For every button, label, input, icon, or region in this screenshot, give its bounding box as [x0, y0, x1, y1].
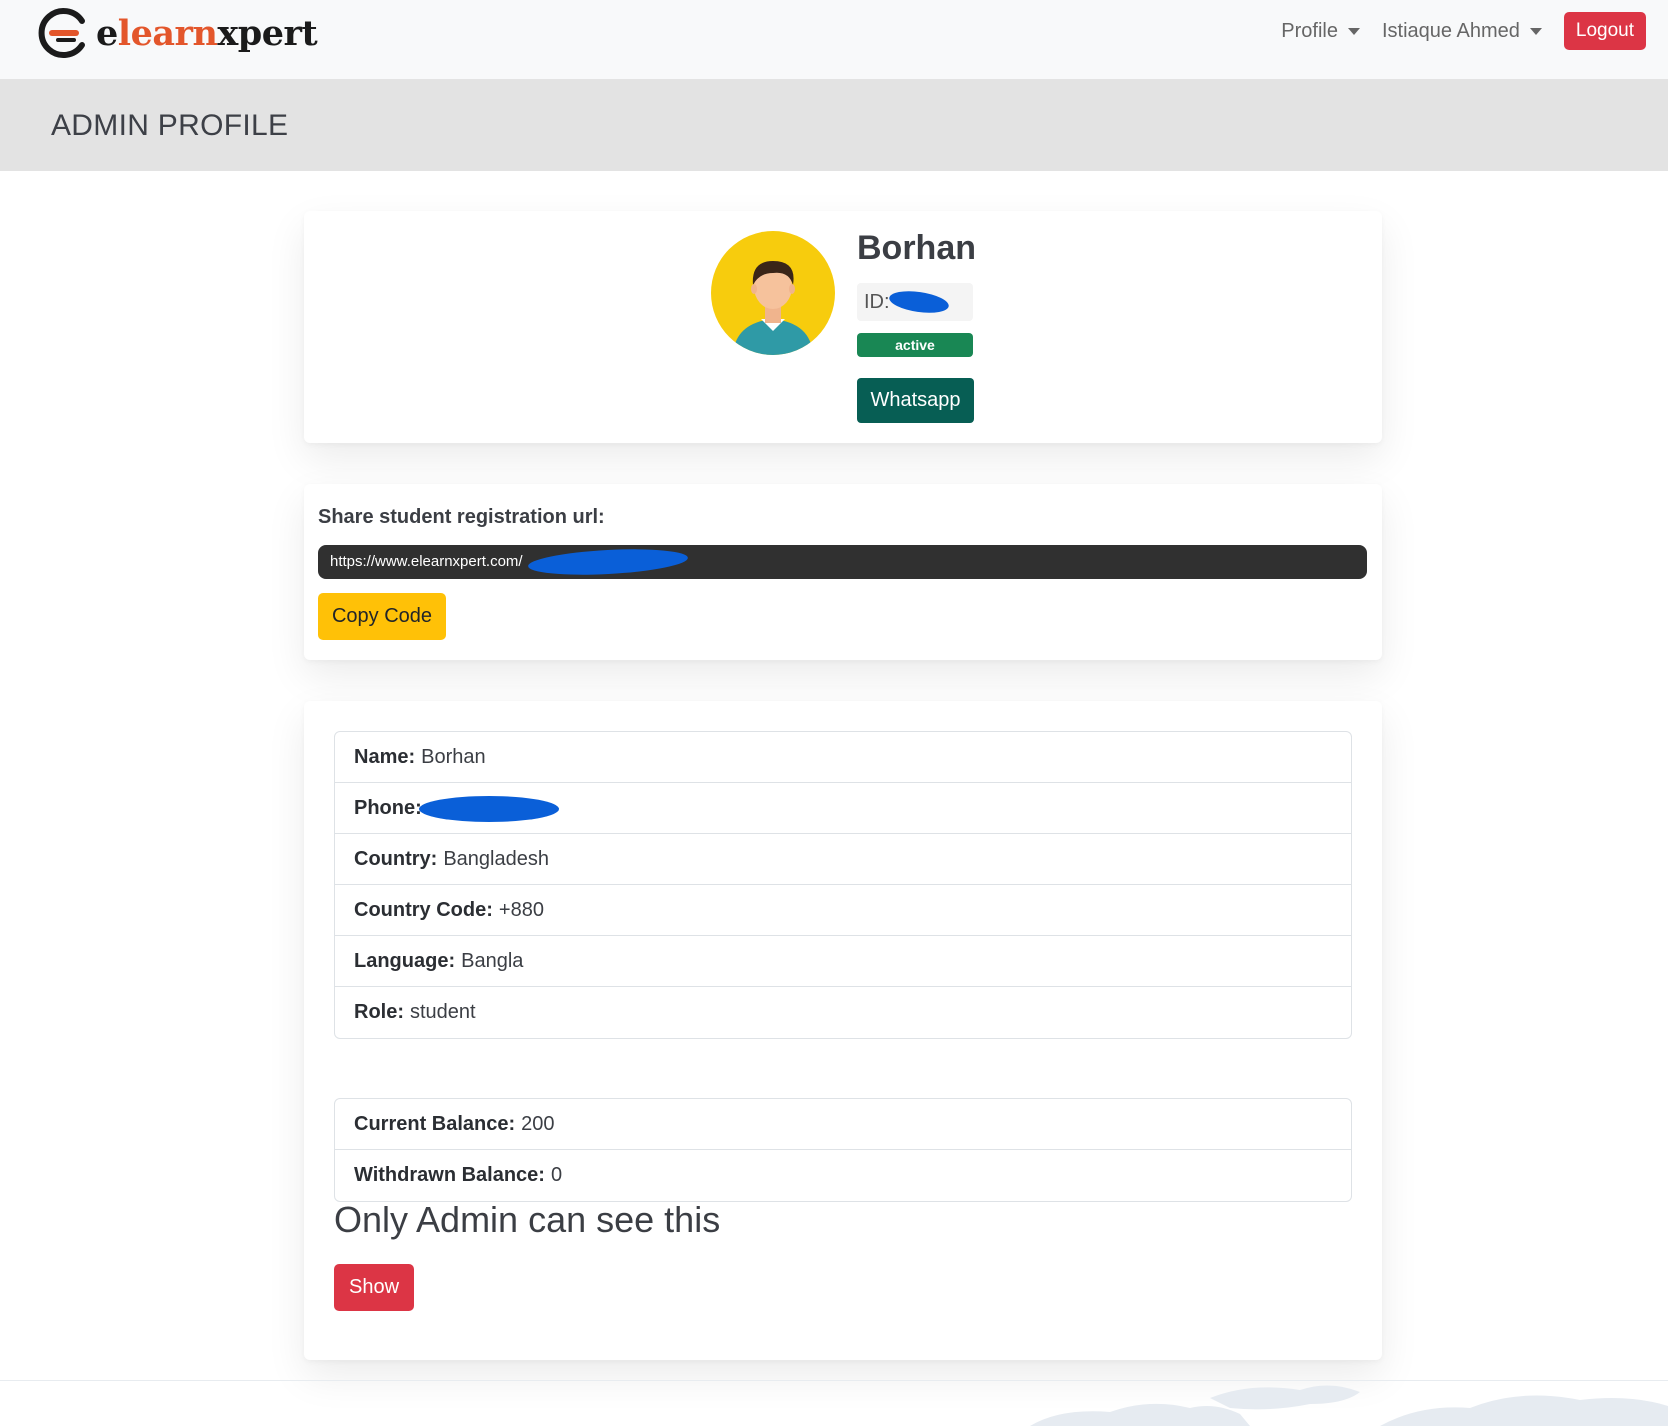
profile-name: Borhan	[857, 229, 976, 267]
status-badge: active	[857, 333, 973, 357]
show-button[interactable]: Show	[334, 1264, 414, 1311]
page-title: ADMIN PROFILE	[51, 109, 289, 142]
field-label: Current Balance:	[354, 1112, 516, 1135]
caret-down-icon	[1529, 27, 1542, 35]
field-value: 0	[550, 1164, 563, 1186]
world-map-decoration	[1030, 1385, 1668, 1426]
brand-logo-link[interactable]: elearnxpert	[36, 6, 318, 60]
balance-list: Current Balance: 200 Withdrawn Balance: …	[334, 1098, 1352, 1202]
avatar	[711, 231, 835, 355]
registration-url-text: https://www.elearnxpert.com/	[330, 553, 523, 570]
field-value: Bangla	[461, 949, 524, 972]
profile-dropdown-label: Profile	[1281, 19, 1338, 42]
registration-url-field[interactable]: https://www.elearnxpert.com/	[318, 545, 1367, 579]
user-info-list: Name: Borhan Phone: Country: Bangladesh …	[334, 731, 1352, 1039]
brand-name: elearnxpert	[96, 12, 318, 54]
caret-down-icon	[1348, 27, 1360, 35]
details-card: Name: Borhan Phone: Country: Bangladesh …	[304, 701, 1382, 1360]
field-label: Withdrawn Balance:	[354, 1164, 545, 1186]
field-value: 200	[521, 1112, 555, 1135]
field-label: Role:	[354, 1001, 404, 1023]
field-label: Country Code:	[354, 898, 493, 921]
profile-id-label: ID:	[864, 291, 890, 313]
copy-code-button[interactable]: Copy Code	[318, 593, 446, 640]
share-url-label: Share student registration url:	[318, 506, 605, 528]
list-item-country-code: Country Code: +880	[335, 885, 1351, 936]
field-value: Bangladesh	[443, 847, 549, 870]
field-label: Name:	[354, 745, 416, 768]
user-dropdown-label: Istiaque Ahmed	[1382, 19, 1520, 42]
top-navbar: elearnxpert Profile Istiaque Ahmed Logou…	[0, 0, 1668, 79]
field-label: Language:	[354, 949, 456, 972]
profile-card: Borhan ID: active Whatsapp	[304, 211, 1382, 443]
profile-id-box: ID:	[857, 283, 973, 321]
user-dropdown[interactable]: Istiaque Ahmed	[1382, 20, 1542, 43]
redaction-mark	[419, 796, 559, 822]
page-header-band: ADMIN PROFILE	[0, 79, 1668, 171]
profile-dropdown[interactable]: Profile	[1281, 20, 1360, 43]
navbar-right: Profile Istiaque Ahmed Logout	[1281, 12, 1646, 50]
field-value: +880	[498, 898, 544, 921]
field-value: Borhan	[421, 745, 486, 768]
whatsapp-button[interactable]: Whatsapp	[857, 378, 974, 423]
list-item-name: Name: Borhan	[335, 732, 1351, 783]
list-item-current-balance: Current Balance: 200	[335, 1099, 1351, 1150]
field-value: student	[410, 1001, 476, 1023]
logout-button[interactable]: Logout	[1563, 12, 1646, 50]
field-label: Country:	[354, 847, 438, 870]
redaction-mark	[527, 545, 689, 579]
admin-only-note: Only Admin can see this	[334, 1199, 721, 1240]
list-item-country: Country: Bangladesh	[335, 834, 1351, 885]
list-item-role: Role: student	[335, 987, 1351, 1038]
share-url-card: Share student registration url: https://…	[304, 484, 1382, 660]
list-item-phone: Phone:	[335, 783, 1351, 834]
list-item-language: Language: Bangla	[335, 936, 1351, 987]
list-item-withdrawn-balance: Withdrawn Balance: 0	[335, 1150, 1351, 1201]
redaction-mark	[887, 287, 951, 317]
elearnxpert-logo-icon	[38, 8, 85, 58]
field-label: Phone:	[354, 796, 422, 819]
